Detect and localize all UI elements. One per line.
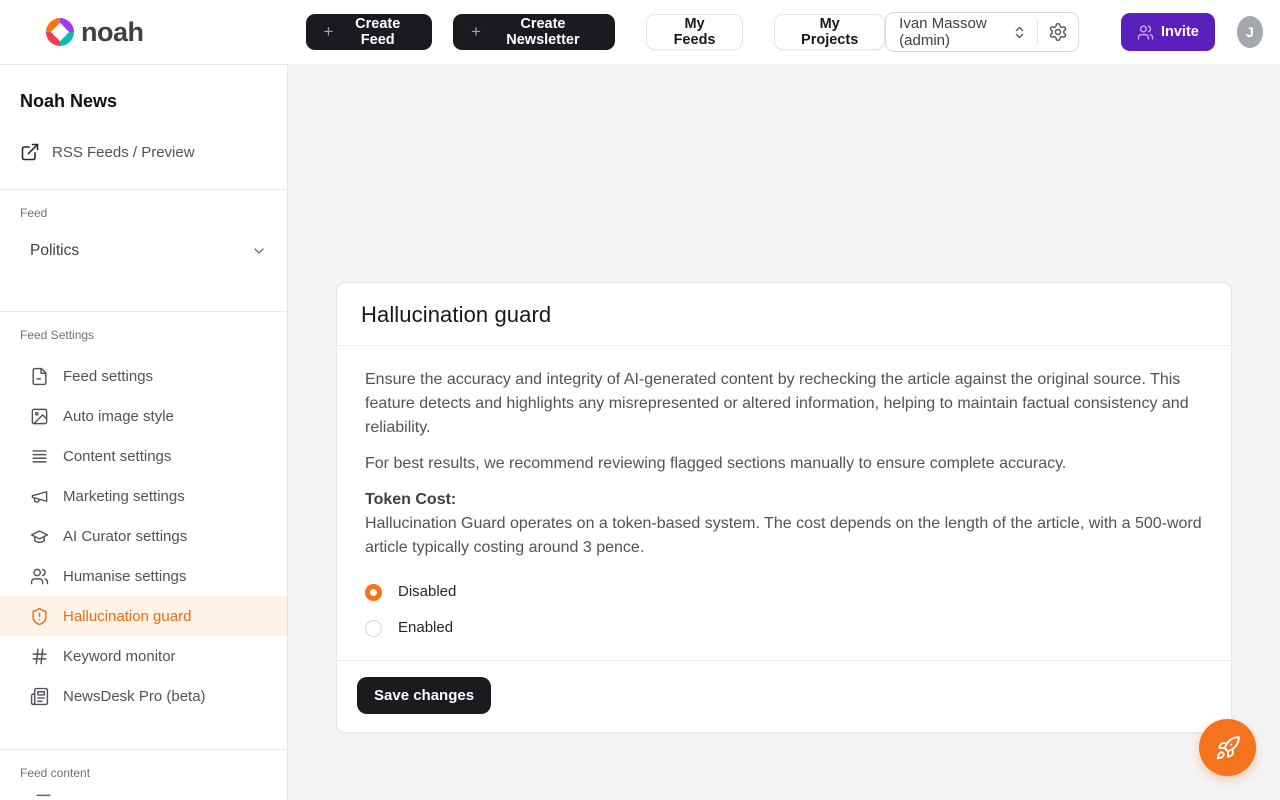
- radio-label: Disabled: [398, 580, 456, 604]
- chevron-down-icon: [251, 243, 267, 259]
- megaphone-icon: [30, 487, 49, 506]
- feed-settings-nav: Feed settings Auto image style Content s…: [0, 356, 287, 716]
- newspaper-icon: [30, 687, 49, 706]
- gear-icon[interactable]: [1048, 22, 1068, 42]
- my-feeds-label: My Feeds: [665, 16, 724, 48]
- image-icon: [30, 407, 49, 426]
- topbar-right-group: Ivan Massow (admin) Invite J: [885, 12, 1263, 52]
- token-cost-label: Token Cost:: [365, 491, 456, 508]
- radio-icon[interactable]: [365, 584, 382, 601]
- file-icon: [30, 367, 49, 386]
- clipped-list-icon: [34, 793, 53, 800]
- sidebar-item-label: Content settings: [63, 448, 171, 465]
- sidebar-item-label: NewsDesk Pro (beta): [63, 688, 206, 705]
- section-label-feed: Feed: [20, 206, 287, 220]
- create-feed-label: Create Feed: [341, 16, 414, 48]
- guard-option-group: Disabled Enabled: [365, 574, 1203, 646]
- external-link-icon: [20, 142, 40, 162]
- user-select[interactable]: Ivan Massow (admin): [885, 12, 1079, 52]
- divider: [0, 311, 287, 312]
- radio-icon[interactable]: [365, 620, 382, 637]
- card-header: Hallucination guard: [337, 283, 1231, 346]
- sidebar-item-label: Keyword monitor: [63, 648, 176, 665]
- my-projects-button[interactable]: My Projects: [774, 14, 885, 50]
- noah-logo-text: noah: [81, 17, 144, 48]
- sidebar-item-marketing-settings[interactable]: Marketing settings: [0, 476, 287, 516]
- sidebar-item-label: Humanise settings: [63, 568, 186, 585]
- card-footer: Save changes: [337, 660, 1231, 732]
- create-newsletter-label: Create Newsletter: [489, 16, 597, 48]
- sidebar-item-newsdesk-pro[interactable]: NewsDesk Pro (beta): [0, 676, 287, 716]
- rocket-fab-button[interactable]: [1199, 719, 1256, 776]
- users-icon: [30, 567, 49, 586]
- rows-icon: [30, 447, 49, 466]
- sidebar-item-ai-curator-settings[interactable]: AI Curator settings: [0, 516, 287, 556]
- sidebar-item-label: Hallucination guard: [63, 608, 191, 625]
- save-changes-button[interactable]: Save changes: [357, 677, 491, 714]
- invite-label: Invite: [1161, 24, 1199, 40]
- shield-alert-icon: [30, 607, 49, 626]
- create-feed-button[interactable]: + Create Feed: [306, 14, 433, 50]
- description-paragraph-1: Ensure the accuracy and integrity of AI-…: [365, 368, 1203, 440]
- sidebar: Noah News RSS Feeds / Preview Feed Polit…: [0, 64, 288, 800]
- sidebar-item-humanise-settings[interactable]: Humanise settings: [0, 556, 287, 596]
- users-icon: [1137, 24, 1154, 41]
- card-title: Hallucination guard: [361, 302, 1207, 328]
- divider: [0, 189, 287, 190]
- hallucination-guard-card: Hallucination guard Ensure the accuracy …: [336, 282, 1232, 733]
- graduation-cap-icon: [30, 527, 49, 546]
- plus-icon: +: [471, 22, 481, 42]
- sidebar-item-label: Auto image style: [63, 408, 174, 425]
- radio-option-disabled[interactable]: Disabled: [365, 574, 1203, 610]
- sidebar-item-label: Marketing settings: [63, 488, 185, 505]
- section-label-feed-content: Feed content: [20, 766, 287, 780]
- topbar: noah + Create Feed + Create Newsletter M…: [0, 0, 1280, 64]
- radio-label: Enabled: [398, 616, 453, 640]
- sidebar-item-label: AI Curator settings: [63, 528, 187, 545]
- invite-button[interactable]: Invite: [1121, 13, 1215, 51]
- radio-option-enabled[interactable]: Enabled: [365, 610, 1203, 646]
- sidebar-item-hallucination-guard[interactable]: Hallucination guard: [0, 596, 287, 636]
- divider: [1037, 20, 1038, 44]
- sidebar-item-label: Feed settings: [63, 368, 153, 385]
- chevrons-up-down-icon: [1012, 25, 1027, 40]
- feed-select[interactable]: Politics: [30, 242, 267, 260]
- noah-logo-icon: [46, 18, 74, 46]
- card-body: Ensure the accuracy and integrity of AI-…: [337, 346, 1231, 660]
- avatar-initial: J: [1246, 24, 1254, 40]
- section-label-feed-settings: Feed Settings: [20, 328, 287, 342]
- sidebar-item-keyword-monitor[interactable]: Keyword monitor: [0, 636, 287, 676]
- sidebar-item-rss-preview[interactable]: RSS Feeds / Preview: [20, 142, 287, 162]
- sidebar-item-feed-settings[interactable]: Feed settings: [0, 356, 287, 396]
- create-newsletter-button[interactable]: + Create Newsletter: [453, 14, 615, 50]
- token-cost-text: Hallucination Guard operates on a token-…: [365, 515, 1202, 556]
- feed-select-value: Politics: [30, 242, 79, 260]
- app-window: noah + Create Feed + Create Newsletter M…: [0, 0, 1280, 800]
- hash-icon: [30, 647, 49, 666]
- user-select-value: Ivan Massow (admin): [899, 15, 1004, 49]
- divider: [0, 749, 287, 750]
- sidebar-item-content-settings[interactable]: Content settings: [0, 436, 287, 476]
- description-paragraph-2: For best results, we recommend reviewing…: [365, 452, 1203, 476]
- avatar[interactable]: J: [1237, 16, 1263, 48]
- my-feeds-button[interactable]: My Feeds: [646, 14, 743, 50]
- sidebar-title: Noah News: [20, 91, 287, 112]
- save-changes-label: Save changes: [374, 687, 474, 704]
- plus-icon: +: [324, 22, 334, 42]
- main-content: Hallucination guard Ensure the accuracy …: [288, 64, 1280, 800]
- sidebar-item-auto-image-style[interactable]: Auto image style: [0, 396, 287, 436]
- my-projects-label: My Projects: [793, 16, 866, 48]
- rss-preview-label: RSS Feeds / Preview: [52, 144, 195, 161]
- noah-logo[interactable]: noah: [46, 17, 144, 48]
- rocket-icon: [1215, 735, 1241, 761]
